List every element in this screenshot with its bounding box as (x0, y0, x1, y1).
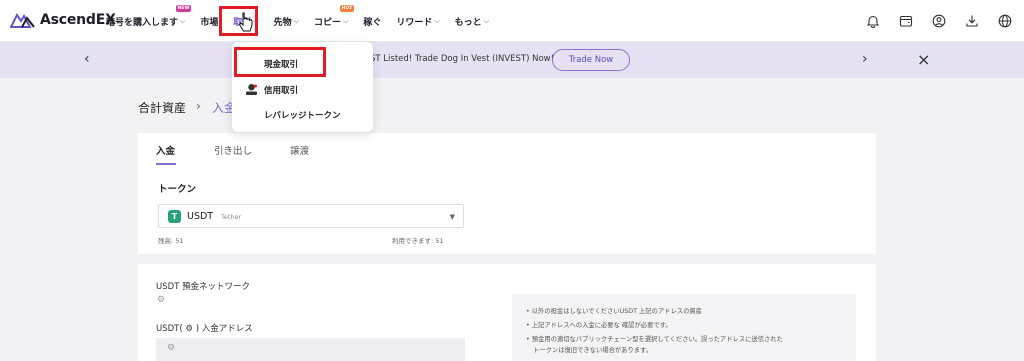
margin-trading-icon (246, 84, 257, 95)
logo-text: AscendEX (40, 12, 116, 28)
nav-earn[interactable]: 稼ぐ (363, 0, 381, 42)
section-divider (138, 254, 876, 264)
nav-futures-label: 先物 (273, 17, 292, 28)
top-nav: AscendEX 暗号を購入します ⌵ NEW 市場 取引 ⌵ 先物 ⌵ コピー… (0, 0, 1024, 42)
bell-icon[interactable] (866, 14, 880, 28)
loading-spinner-icon: ⚙ (167, 343, 176, 353)
note-item: • 以外の担金はしないでくださいUSDT 上記のアドレスの資産 (526, 308, 702, 315)
balance-text: 残高: 51 (158, 237, 184, 245)
app-root: AscendEX 暗号を購入します ⌵ NEW 市場 取引 ⌵ 先物 ⌵ コピー… (0, 0, 1024, 361)
tab-deposit[interactable]: 入金 (156, 143, 175, 157)
logo[interactable]: AscendEX (10, 12, 116, 28)
note-item: • 預金用の適切なパブリックチェーン型を選択してください。誤ったアドレスに送信さ… (526, 336, 783, 343)
network-section: USDT 預金ネットワーク ⚙ USDT( ⚙ ) 入金アドレス ⚙ • 以外の… (138, 264, 876, 361)
caret-down-icon: ▼ (449, 213, 455, 221)
globe-icon[interactable] (998, 14, 1012, 28)
menu-item-leveraged-tokens[interactable]: レバレッジトークン (264, 109, 341, 121)
mouse-cursor-icon (238, 12, 253, 32)
nav-buy-crypto-label: 暗号を購入します (106, 17, 179, 28)
token-select[interactable]: T USDT Tether ▼ (158, 204, 464, 228)
token-name: Tether (221, 213, 242, 221)
usdt-icon: T (168, 210, 181, 223)
new-badge: NEW (175, 5, 192, 12)
deposit-tabs: 入金 引き出し 譲渡 (138, 133, 876, 167)
logo-mark-icon (10, 13, 35, 28)
banner-text: ST Listed! Trade Dog In Vest (INVEST) No… (370, 54, 555, 64)
chevron-down-icon: ⌵ (343, 16, 349, 25)
address-label: USDT( ⚙ ) 入金アドレス (156, 324, 253, 334)
nav-markets[interactable]: 市場 (200, 0, 218, 42)
note-item: • 上記アドレスへの入金に必要な 確認が必要です。 (526, 322, 672, 329)
breadcrumb-root[interactable]: 合計資産 (138, 99, 186, 116)
chevron-down-icon: ⌵ (483, 16, 489, 25)
token-symbol: USDT (187, 211, 214, 222)
available-text: 利用できます: 51 (392, 237, 444, 245)
nav-rewards[interactable]: リワード ⌵ (396, 0, 439, 42)
nav-copy-label: コピー (314, 17, 342, 28)
tab-withdraw[interactable]: 引き出し (214, 143, 252, 157)
nav-copy[interactable]: コピー ⌵ HOT (314, 0, 355, 42)
breadcrumb-separator-icon: › (196, 99, 201, 113)
nav-futures[interactable]: 先物 ⌵ (274, 0, 299, 42)
tab-transfer[interactable]: 譲渡 (290, 143, 309, 157)
note-text: 上記アドレスへの入金に必要な 確認が必要です。 (531, 322, 672, 329)
chevron-right-icon[interactable]: › (862, 51, 868, 67)
nav-buy-crypto[interactable]: 暗号を購入します ⌵ NEW (106, 0, 192, 42)
trade-now-button[interactable]: Trade Now (552, 49, 630, 71)
user-icon[interactable] (932, 14, 946, 28)
menu-item-label: レバレッジトークン (264, 111, 341, 121)
token-label: トークン (158, 184, 197, 195)
chevron-down-icon: ⌵ (434, 16, 440, 25)
hot-badge: HOT (339, 5, 355, 12)
chevron-down-icon: ⌵ (293, 16, 299, 25)
note-text: 以外の担金はしないでくださいUSDT 上記のアドレスの資産 (531, 308, 702, 315)
deposit-notes: • 以外の担金はしないでくださいUSDT 上記のアドレスの資産 • 上記アドレス… (512, 294, 856, 361)
spot-trading-highlight (234, 47, 326, 77)
nav-more-label: もっと (454, 17, 482, 28)
nav-tools (866, 0, 1012, 42)
active-tab-indicator (156, 163, 176, 165)
chevron-down-icon: ⌵ (180, 16, 186, 25)
nav-rewards-label: リワード (396, 17, 433, 28)
chevron-left-icon[interactable]: ‹ (84, 51, 90, 67)
nav-markets-label: 市場 (200, 17, 219, 28)
menu-item-margin-trading[interactable]: 信用取引 (246, 84, 299, 96)
loading-spinner-icon: ⚙ (157, 295, 166, 305)
main-nav: 暗号を購入します ⌵ NEW 市場 取引 ⌵ 先物 ⌵ コピー ⌵ HOT 稼ぐ (106, 0, 504, 42)
network-label: USDT 預金ネットワーク (156, 282, 251, 292)
download-icon[interactable] (965, 14, 979, 28)
close-icon[interactable]: × (917, 50, 930, 69)
note-text: 預金用の適切なパブリックチェーン型を選択してください。誤ったアドレスに送信された (531, 336, 783, 343)
menu-item-label: 信用取引 (264, 86, 299, 96)
deposit-address-box[interactable]: ⚙ (156, 338, 465, 361)
wallet-icon[interactable] (899, 14, 913, 28)
nav-earn-label: 稼ぐ (363, 17, 382, 28)
announcement-banner: ‹ ST Listed! Trade Dog In Vest (INVEST) … (0, 42, 1024, 78)
note-item-continued: トークンは復旧できない場合があります。 (533, 347, 653, 354)
nav-more[interactable]: もっと ⌵ (455, 0, 489, 42)
